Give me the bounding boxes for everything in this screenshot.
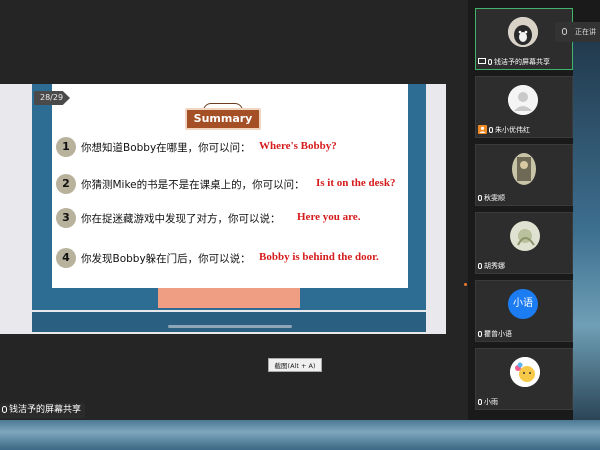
participant-name: 朱小优伟红 <box>478 124 530 136</box>
desktop-wallpaper <box>573 42 600 420</box>
desktop-taskbar <box>0 420 600 450</box>
summary-sign: Summary <box>185 103 261 131</box>
page-indicator: 28/29 <box>34 91 70 105</box>
question-number: 4 <box>56 248 76 268</box>
question-text: 你在捉迷藏游戏中发现了对方，你可以说： <box>81 213 281 225</box>
photo-avatar <box>512 153 536 185</box>
answer-text: Bobby is behind the door. <box>259 251 379 263</box>
screen-share-name: 钱洁予的屏幕共享 <box>9 405 82 415</box>
participant-tile[interactable]: 小语 瞿曾小语 <box>475 280 573 342</box>
screenshot-tooltip: 截图(Alt + A) <box>268 358 322 372</box>
shared-screen-view: 28/29 Summary 1 你想知道Bobby在哪里，你可以问： Where… <box>0 0 468 420</box>
answer-text: Is it on the desk? <box>316 177 396 189</box>
participant-name: 小雨 <box>478 396 498 408</box>
microphone-icon <box>478 195 482 201</box>
participant-name: 钱洁予的屏幕共享 <box>478 56 550 68</box>
microphone-icon <box>562 28 567 35</box>
participant-name: 瞿曾小语 <box>478 328 512 340</box>
microphone-icon <box>489 127 493 133</box>
participant-tile[interactable]: 朱小优伟红 <box>475 76 573 138</box>
microphone-icon <box>488 59 492 65</box>
summary-title: Summary <box>185 108 261 130</box>
question-row-1: 1 你想知道Bobby在哪里，你可以问： Where's Bobby? <box>56 137 406 159</box>
participant-tile[interactable]: 胡秀娜 <box>475 212 573 274</box>
participant-name: 胡秀娜 <box>478 260 505 272</box>
participant-tile[interactable]: 秋雯顺 <box>475 144 573 206</box>
question-text: 你想知道Bobby在哪里，你可以问： <box>81 142 251 154</box>
screen-share-label: 钱洁予的屏幕共享 <box>0 403 86 418</box>
microphone-icon <box>2 406 7 413</box>
participant-tile[interactable]: 小雨 <box>475 348 573 410</box>
microphone-icon <box>478 399 482 405</box>
dog-photo-avatar <box>508 17 538 47</box>
question-number: 3 <box>56 208 76 228</box>
question-number: 2 <box>56 174 76 194</box>
slide-decor-block <box>158 288 300 308</box>
speaking-indicator: 正在讲 <box>555 22 600 42</box>
participant-name: 秋雯顺 <box>478 192 505 204</box>
default-person-avatar <box>508 85 538 115</box>
question-row-2: 2 你猜测Mike的书是不是在课桌上的，你可以问： Is it on the d… <box>56 174 406 196</box>
slide-bottom-bar <box>32 312 426 332</box>
cursor-dot <box>464 283 467 286</box>
screen-share-icon <box>478 58 486 64</box>
emoji-avatar <box>510 357 540 387</box>
slide-scroll-indicator[interactable] <box>168 325 292 328</box>
question-row-3: 3 你在捉迷藏游戏中发现了对方，你可以说： Here you are. <box>56 208 406 230</box>
microphone-icon <box>478 263 482 269</box>
text-avatar: 小语 <box>508 289 538 319</box>
question-number: 1 <box>56 137 76 157</box>
photo-avatar <box>510 221 540 251</box>
host-icon <box>478 125 487 134</box>
question-text: 你猜测Mike的书是不是在课桌上的，你可以问： <box>81 179 305 191</box>
question-row-4: 4 你发现Bobby躲在门后，你可以说： Bobby is behind the… <box>56 248 406 270</box>
microphone-icon <box>478 331 482 337</box>
answer-text: Where's Bobby? <box>259 140 337 152</box>
question-text: 你发现Bobby躲在门后，你可以说： <box>81 253 251 265</box>
answer-text: Here you are. <box>297 211 361 223</box>
